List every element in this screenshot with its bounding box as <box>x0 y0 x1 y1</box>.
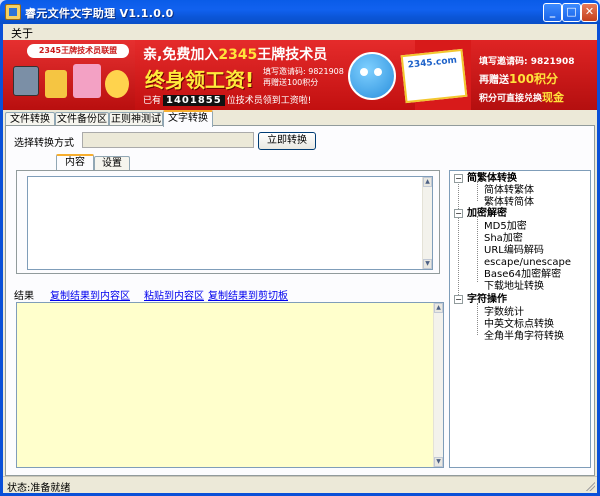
banner-left-panel: 2345王牌技术员联盟 <box>3 40 135 110</box>
slogan-brand: 2345 <box>218 47 258 63</box>
banner-bonus: 再赠送100积分 <box>479 70 558 87</box>
banner-slogan: 亲,免费加入2345王牌技术员 <box>143 44 327 64</box>
tree-item-download-link[interactable]: 下载地址转换 <box>484 281 544 293</box>
scroll-up-arrow-icon[interactable]: ▲ <box>423 177 432 187</box>
subtab-settings[interactable]: 设置 <box>94 156 130 170</box>
title-bar[interactable]: 睿元文件文字助理 V1.1.0.0 _ □ ✕ <box>0 0 600 24</box>
bonus-highlight: 100积分 <box>509 72 559 86</box>
ad-banner[interactable]: 2345王牌技术员联盟 亲,免费加入2345王牌技术员 终身领工资! 填写邀请码… <box>3 40 597 110</box>
tree-line <box>458 179 459 297</box>
function-tree[interactable]: − 简繁体转换 简体转繁体 繁体转简体 − 加密解密 MD5加密 Sha加密 U… <box>449 170 591 468</box>
coin-icon <box>105 70 129 98</box>
menu-item-about[interactable]: 关于 <box>11 25 33 41</box>
banner-counter-line: 已有 1401855 位技术员领到工资啦! <box>143 93 311 106</box>
result-textarea[interactable]: ▲ ▼ <box>16 302 444 468</box>
cash-prefix: 积分可直接兑换 <box>479 94 543 104</box>
window-title: 睿元文件文字助理 V1.1.0.0 <box>25 7 174 20</box>
subtab-content[interactable]: 内容 <box>56 154 94 170</box>
tree-item-simplified-to-traditional[interactable]: 简体转繁体 <box>484 185 534 197</box>
counter-prefix: 已有 <box>143 96 162 106</box>
banner-invite-code: 填写邀请码: 9821908 <box>479 57 575 67</box>
tree-line <box>477 216 478 282</box>
slogan-suffix: 王牌技术员 <box>257 47 328 63</box>
banner-main-slogan: 终身领工资! <box>145 68 255 92</box>
tree-line <box>477 303 478 335</box>
convert-mode-field[interactable] <box>82 132 254 148</box>
tree-item-punctuation-convert[interactable]: 中英文标点转换 <box>484 319 554 331</box>
invite-code-line: 填写邀请码: 9821908 <box>263 67 344 76</box>
collapse-icon[interactable]: − <box>454 209 463 218</box>
tree-category-encryption[interactable]: 加密解密 <box>467 208 507 220</box>
banner-right-panel: 填写邀请码: 9821908 再赠送100积分 积分可直接兑换现金 <box>471 40 597 110</box>
resize-grip-icon[interactable] <box>585 481 595 491</box>
counter-suffix: 位技术员领到工资啦! <box>226 96 312 106</box>
gift-box-icon <box>73 64 101 98</box>
tree-item-word-count[interactable]: 字数统计 <box>484 307 524 319</box>
tree-item-base64[interactable]: Base64加密解密 <box>484 269 561 281</box>
content-textarea[interactable]: ▲ ▼ <box>27 176 433 270</box>
result-scrollbar[interactable]: ▲ ▼ <box>433 303 443 467</box>
camera-icon <box>13 66 39 96</box>
status-text: 状态:准备就绪 <box>7 483 71 494</box>
content-panel: ▲ ▼ <box>16 170 440 274</box>
banner-invite-small: 填写邀请码: 9821908 再赠送100积分 <box>263 66 344 88</box>
banner-cash: 积分可直接兑换现金 <box>479 89 564 105</box>
scroll-down-arrow-icon[interactable]: ▼ <box>423 259 432 269</box>
convert-mode-label: 选择转换方式 <box>14 138 74 149</box>
content-scrollbar[interactable]: ▲ ▼ <box>422 177 432 269</box>
tab-text-convert[interactable]: 文字转换 <box>163 110 213 127</box>
bonus-prefix: 再赠送 <box>479 75 509 86</box>
main-area: 文件转换 文件备份区 正则神测试 选择转换方式 立即转换 设置 ▲ ▼ 内容 结… <box>3 110 597 476</box>
convert-now-button[interactable]: 立即转换 <box>258 132 316 150</box>
collapse-icon[interactable]: − <box>454 295 463 304</box>
site-preview-text: 2345.com <box>407 55 458 71</box>
tree-item-md5[interactable]: MD5加密 <box>484 221 527 233</box>
tree-category-character-ops[interactable]: 字符操作 <box>467 294 507 306</box>
status-bar: 状态:准备就绪 <box>3 476 597 494</box>
maximize-button[interactable]: □ <box>562 3 581 22</box>
cash-highlight: 现金 <box>542 91 565 104</box>
scroll-down-arrow-icon[interactable]: ▼ <box>434 457 443 467</box>
counter-value: 1401855 <box>163 95 225 106</box>
site-preview-icon: 2345.com <box>400 48 468 104</box>
tree-item-url-encode[interactable]: URL编码解码 <box>484 245 544 257</box>
menu-bar: 关于 <box>3 24 597 40</box>
result-label: 结果 <box>14 291 34 302</box>
close-button[interactable]: ✕ <box>581 3 598 22</box>
slogan-prefix: 亲,免费加入 <box>143 47 219 63</box>
tree-item-fullwidth-halfwidth[interactable]: 全角半角字符转换 <box>484 331 564 343</box>
tree-item-sha[interactable]: Sha加密 <box>484 233 523 245</box>
app-icon <box>5 4 21 20</box>
copy-result-to-clipboard-link[interactable]: 复制结果到剪切板 <box>208 287 288 302</box>
minimize-button[interactable]: _ <box>543 3 562 22</box>
paste-to-content-link[interactable]: 粘贴到内容区 <box>144 287 204 302</box>
collapse-icon[interactable]: − <box>454 174 463 183</box>
tree-item-escape[interactable]: escape/unescape <box>484 257 571 269</box>
scroll-up-arrow-icon[interactable]: ▲ <box>434 303 443 313</box>
tab-panel-text-convert: 选择转换方式 立即转换 设置 ▲ ▼ 内容 结果 复制结果到内容区 粘贴到内容区… <box>5 125 595 476</box>
mascot-icon <box>348 52 396 100</box>
copy-result-to-content-link[interactable]: 复制结果到内容区 <box>50 287 130 302</box>
invite-bonus-line: 再赠送100积分 <box>263 78 319 87</box>
banner-logo: 2345王牌技术员联盟 <box>27 44 129 58</box>
gift-icon <box>45 70 67 98</box>
tree-category-simplified-traditional[interactable]: 简繁体转换 <box>467 173 517 185</box>
